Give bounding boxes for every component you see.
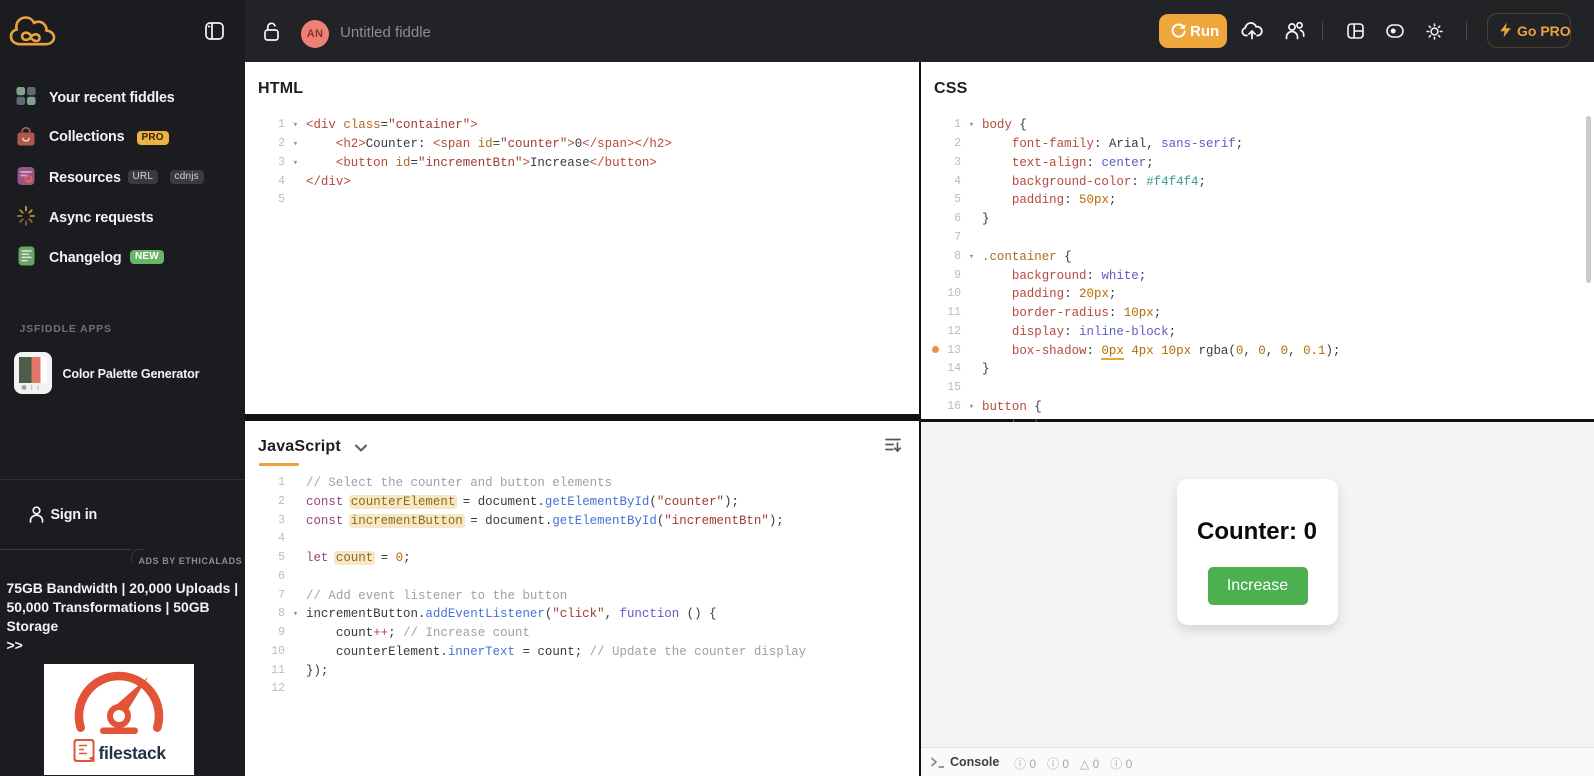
svg-text:filestack: filestack — [98, 743, 166, 763]
